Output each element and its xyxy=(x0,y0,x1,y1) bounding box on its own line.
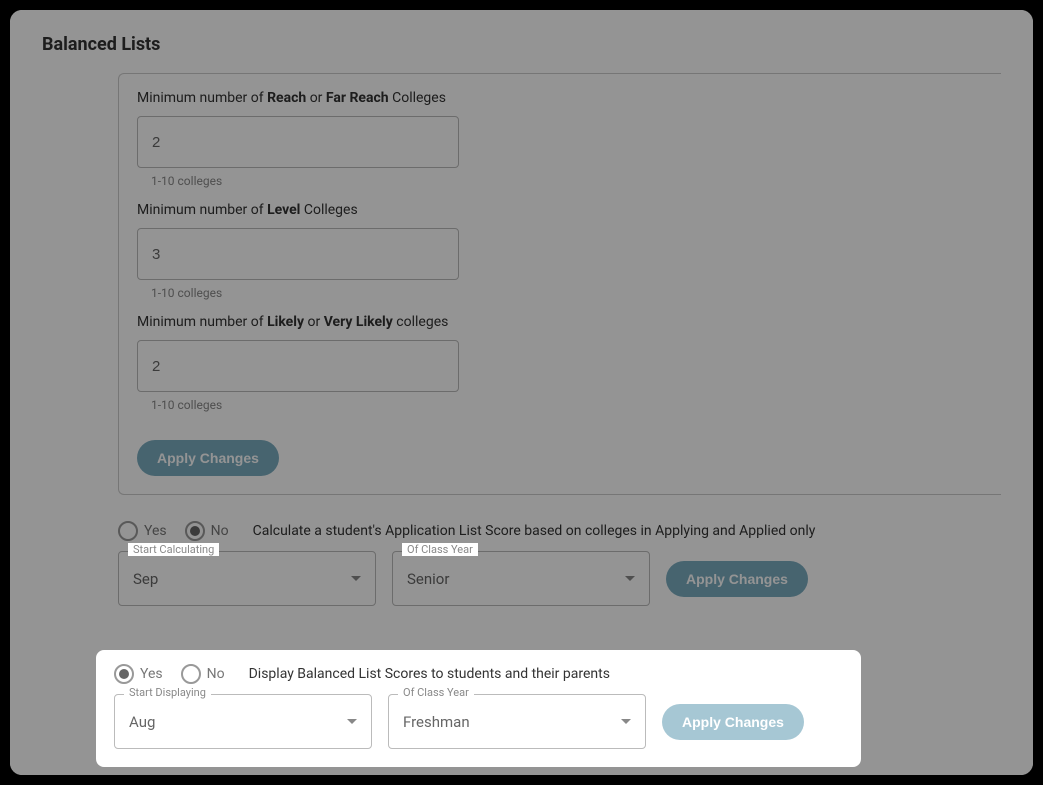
calc-start-field: Start Calculating Sep xyxy=(118,551,376,606)
apply-minimums-button[interactable]: Apply Changes xyxy=(137,440,279,476)
level-helper: 1-10 colleges xyxy=(151,286,983,300)
display-no-radio-wrap[interactable]: No xyxy=(181,664,225,684)
calc-year-legend: Of Class Year xyxy=(402,543,478,556)
level-input[interactable] xyxy=(137,228,459,280)
display-select-row: Start Displaying Aug Of Class Year Fresh… xyxy=(114,694,843,749)
calc-year-field: Of Class Year Senior xyxy=(392,551,650,606)
display-year-select[interactable]: Freshman xyxy=(388,694,646,749)
display-year-field: Of Class Year Freshman xyxy=(388,694,646,749)
calc-no-label: No xyxy=(211,523,229,539)
likely-field-group: Minimum number of Likely or Very Likely … xyxy=(137,314,983,412)
radio-icon xyxy=(185,521,205,541)
radio-icon xyxy=(181,664,201,684)
display-yes-radio-wrap[interactable]: Yes xyxy=(114,664,163,684)
display-start-field: Start Displaying Aug xyxy=(114,694,372,749)
display-description: Display Balanced List Scores to students… xyxy=(249,666,610,682)
chevron-down-icon xyxy=(347,719,357,724)
likely-helper: 1-10 colleges xyxy=(151,398,983,412)
main-panel: Minimum number of Reach or Far Reach Col… xyxy=(118,73,1001,606)
calculate-section: Yes No Calculate a student's Application… xyxy=(118,521,1001,606)
reach-helper: 1-10 colleges xyxy=(151,174,983,188)
calculate-radio-row: Yes No Calculate a student's Application… xyxy=(118,521,1001,541)
display-start-legend: Start Displaying xyxy=(124,686,211,699)
radio-icon xyxy=(114,664,134,684)
level-field-group: Minimum number of Level Colleges 1-10 co… xyxy=(137,202,983,300)
likely-label: Minimum number of Likely or Very Likely … xyxy=(137,314,983,330)
calc-yes-radio-wrap[interactable]: Yes xyxy=(118,521,167,541)
display-section: Yes No Display Balanced List Scores to s… xyxy=(96,650,861,767)
likely-input[interactable] xyxy=(137,340,459,392)
chevron-down-icon xyxy=(351,576,361,581)
calc-description: Calculate a student's Application List S… xyxy=(253,523,816,539)
calc-no-radio-wrap[interactable]: No xyxy=(185,521,229,541)
chevron-down-icon xyxy=(621,719,631,724)
calc-start-legend: Start Calculating xyxy=(128,543,219,556)
calc-yes-label: Yes xyxy=(144,523,167,539)
display-year-value: Freshman xyxy=(403,713,470,731)
apply-calc-button[interactable]: Apply Changes xyxy=(666,561,808,597)
display-radio-row: Yes No Display Balanced List Scores to s… xyxy=(114,664,843,684)
calc-select-row: Start Calculating Sep Of Class Year Seni… xyxy=(118,551,1001,606)
calc-year-value: Senior xyxy=(407,570,449,588)
display-no-label: No xyxy=(207,666,225,682)
reach-input[interactable] xyxy=(137,116,459,168)
display-year-legend: Of Class Year xyxy=(398,686,474,699)
calc-year-select[interactable]: Senior xyxy=(392,551,650,606)
calc-start-select[interactable]: Sep xyxy=(118,551,376,606)
apply-display-button[interactable]: Apply Changes xyxy=(662,704,804,740)
minimums-box: Minimum number of Reach or Far Reach Col… xyxy=(118,73,1001,495)
radio-icon xyxy=(118,521,138,541)
level-label: Minimum number of Level Colleges xyxy=(137,202,983,218)
calc-start-value: Sep xyxy=(133,570,158,588)
reach-field-group: Minimum number of Reach or Far Reach Col… xyxy=(137,90,983,188)
section-title: Balanced Lists xyxy=(42,34,1001,55)
reach-label: Minimum number of Reach or Far Reach Col… xyxy=(137,90,983,106)
display-yes-label: Yes xyxy=(140,666,163,682)
display-start-select[interactable]: Aug xyxy=(114,694,372,749)
settings-window: Balanced Lists Minimum number of Reach o… xyxy=(10,10,1033,775)
display-start-value: Aug xyxy=(129,713,155,731)
chevron-down-icon xyxy=(625,576,635,581)
